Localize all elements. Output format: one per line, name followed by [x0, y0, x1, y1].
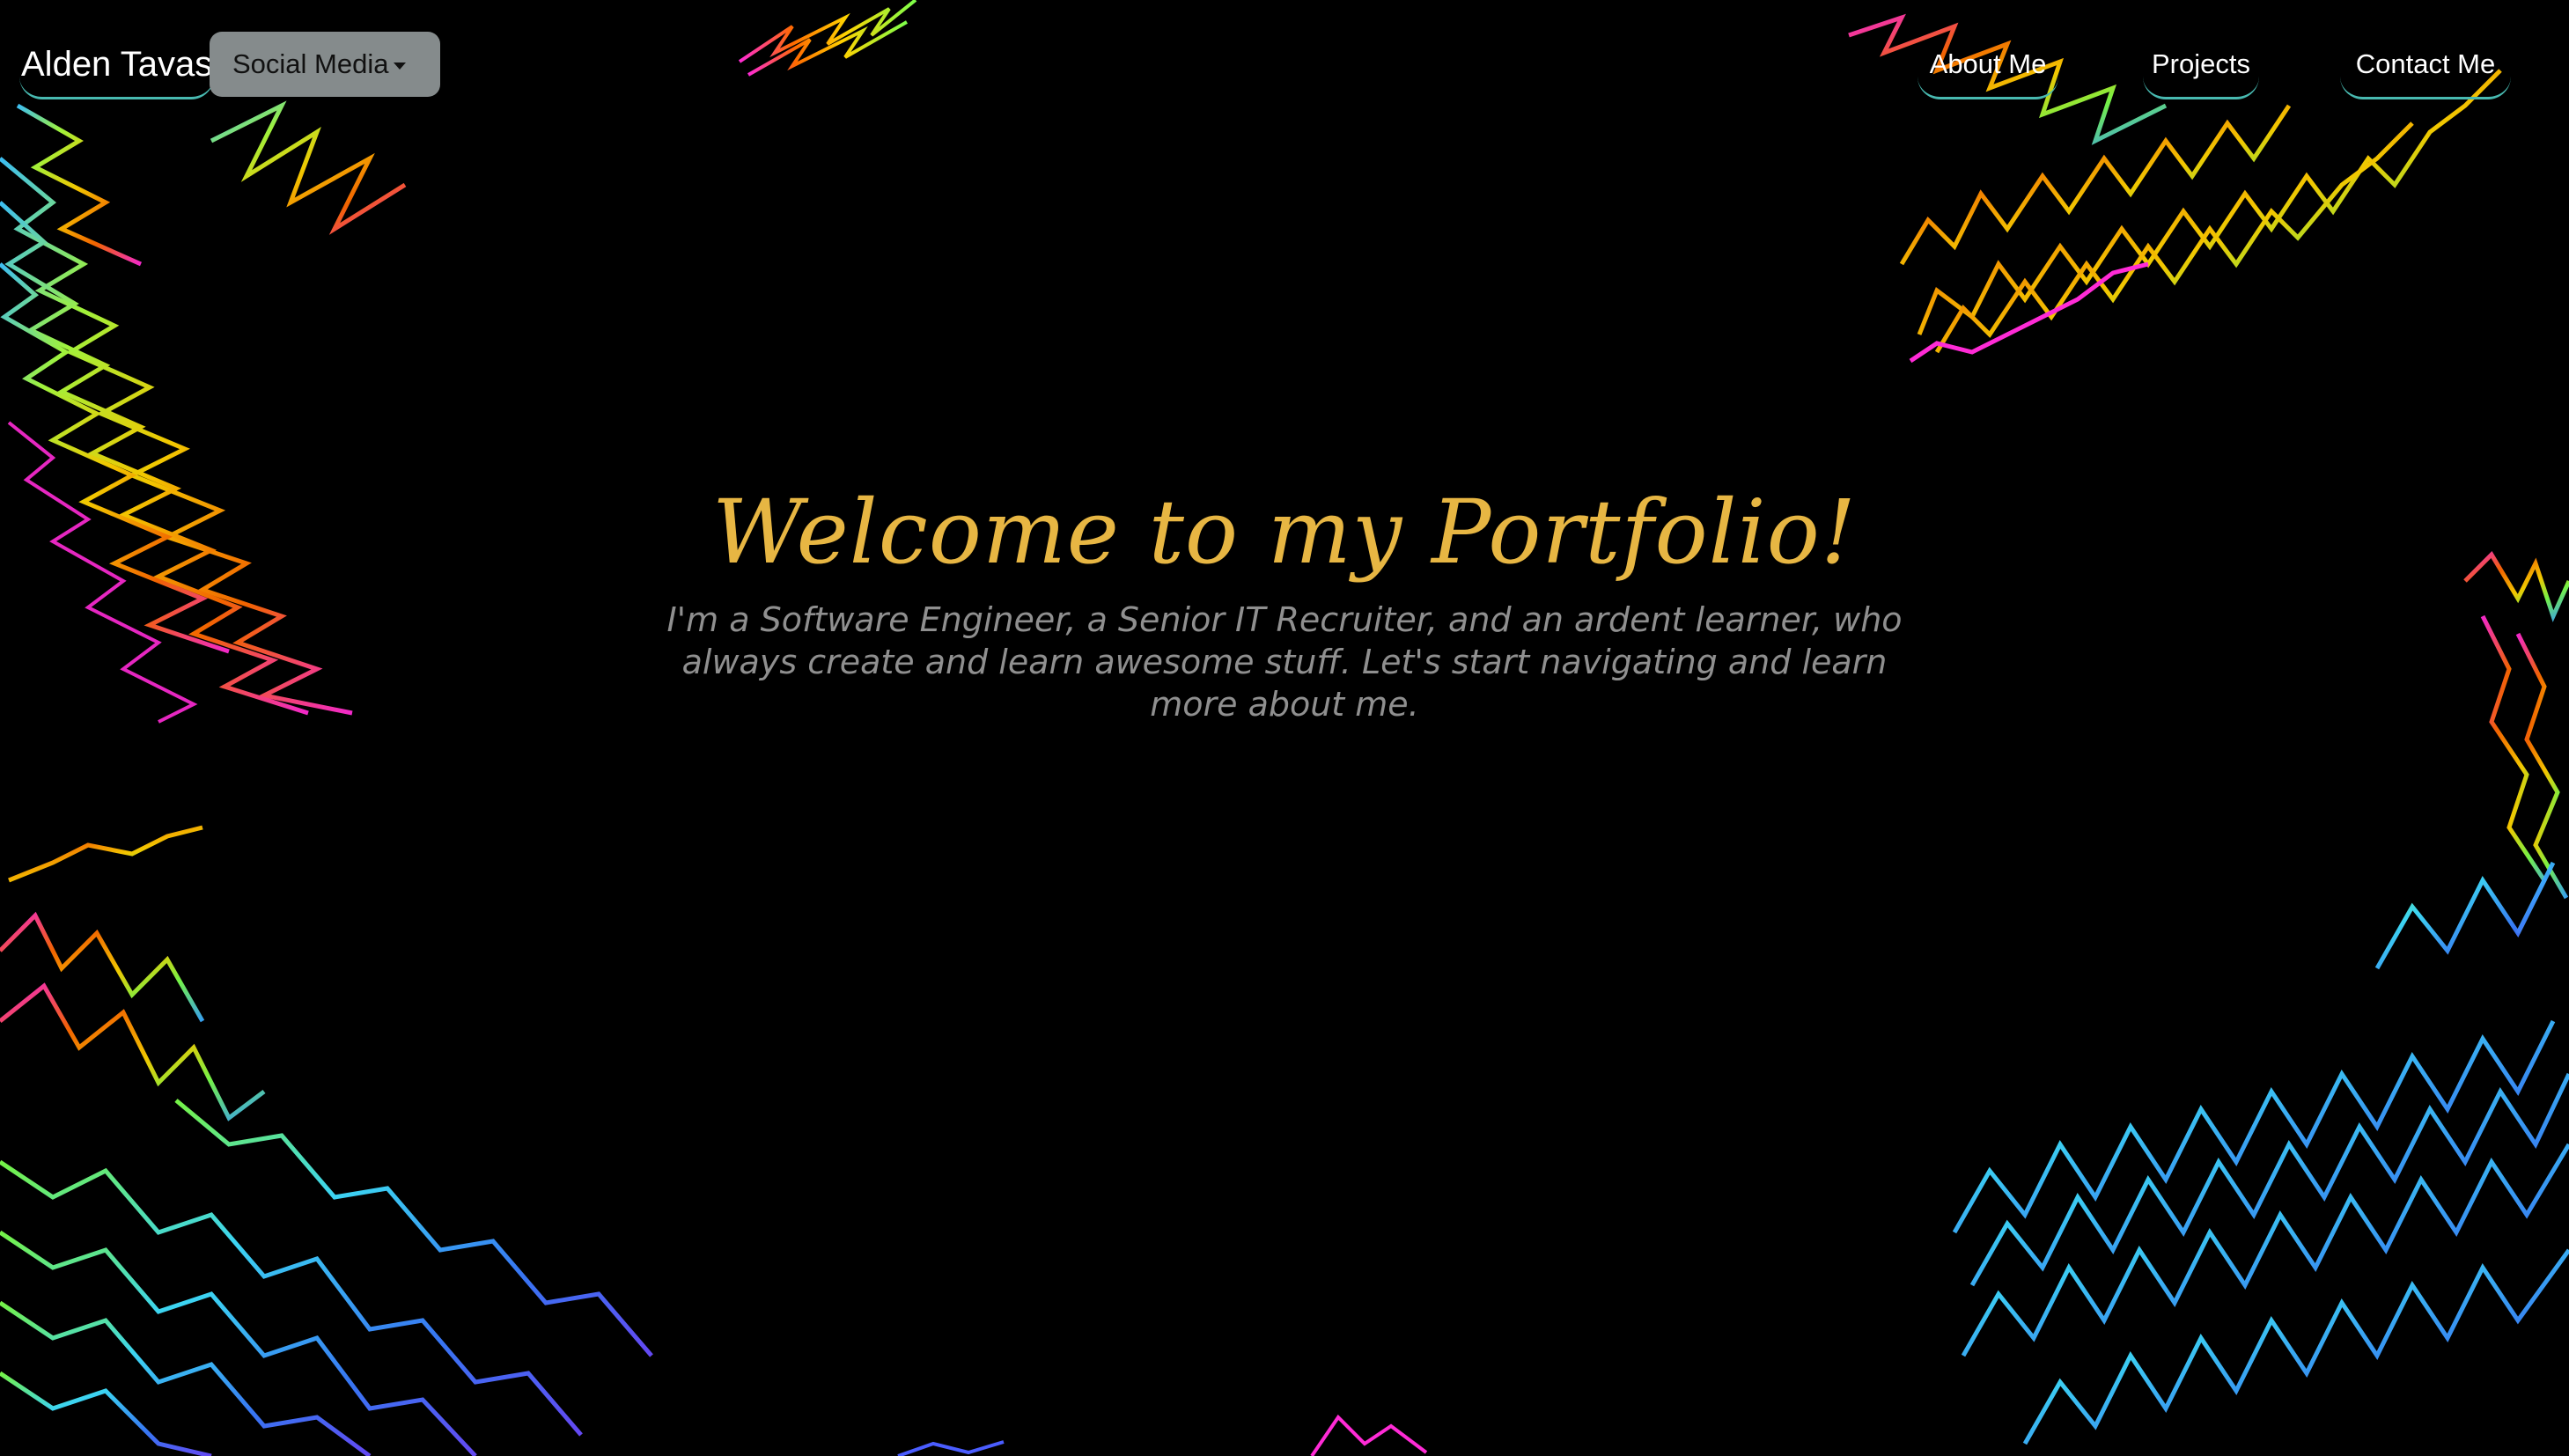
social-media-dropdown[interactable]: Social Media [210, 32, 440, 97]
dropdown-label: Social Media [232, 48, 389, 79]
rainbow-background-art [0, 0, 2569, 1456]
page-title: Welcome to my Portfolio! [711, 481, 1858, 584]
hero-section: Welcome to my Portfolio! I'm a Software … [0, 467, 2569, 725]
hero-subtitle: I'm a Software Engineer, a Senior IT Rec… [666, 600, 1903, 724]
navbar: Alden Tavas Social Media About Me Projec… [0, 0, 2569, 132]
nav-link-about-me[interactable]: About Me [1918, 32, 2058, 99]
brand-link[interactable]: Alden Tavas [19, 32, 215, 99]
nav-link-projects[interactable]: Projects [2143, 32, 2259, 99]
chevron-down-icon [394, 62, 407, 70]
nav-link-contact-me[interactable]: Contact Me [2340, 32, 2511, 99]
